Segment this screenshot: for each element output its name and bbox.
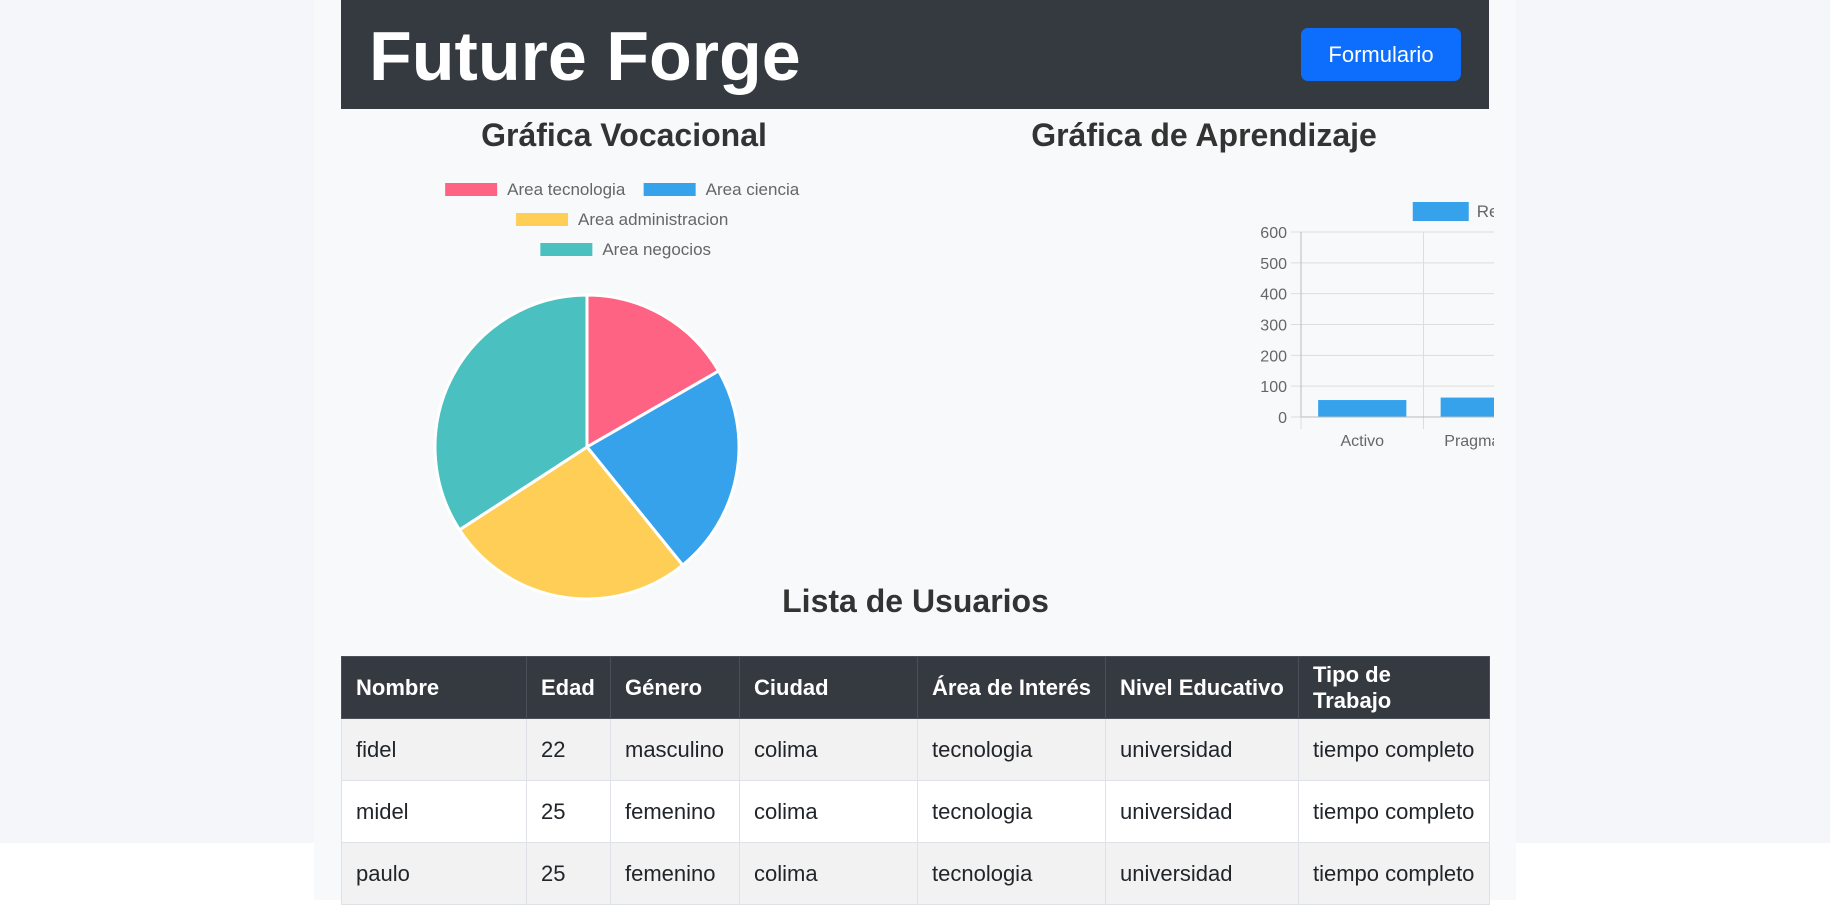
column-header-edad: Edad — [526, 656, 611, 719]
x-tick-label: Activo — [1340, 433, 1384, 450]
cell-ciudad: colima — [739, 718, 918, 781]
main-container: Future Forge Formulario Gráfica Vocacion… — [314, 0, 1516, 905]
bar-activo — [1318, 400, 1407, 417]
column-header-tipo-trabajo: Tipo de Trabajo — [1298, 656, 1490, 719]
legend-swatch-area-administracion — [516, 213, 569, 226]
cell-tipo-trabajo: tiempo completo — [1298, 780, 1490, 843]
y-tick-label: 600 — [1260, 225, 1287, 242]
x-tick-label: Pragmatico — [1444, 433, 1494, 450]
legend-swatch-area-negocios — [540, 243, 593, 256]
top-header: Future Forge Formulario — [341, 0, 1489, 109]
formulario-button[interactable]: Formulario — [1301, 28, 1461, 81]
y-tick-label: 300 — [1260, 318, 1287, 335]
learning-chart-title: Gráfica de Aprendizaje — [1031, 117, 1377, 153]
bar-pragmatico — [1440, 397, 1494, 417]
cell-nivel-educativo: universidad — [1105, 780, 1299, 843]
brand-title: Future Forge — [369, 17, 801, 95]
table-row: paulo 25 femenino colima tecnologia univ… — [341, 842, 1490, 905]
legend-label-area-administracion: Area administracion — [578, 210, 728, 229]
cell-nombre: midel — [341, 780, 527, 843]
vocational-chart-title: Gráfica Vocacional — [481, 117, 767, 153]
legend-swatch-area-ciencia — [643, 183, 696, 196]
cell-nivel-educativo: universidad — [1105, 842, 1299, 905]
cell-genero: femenino — [610, 842, 740, 905]
y-tick-label: 200 — [1260, 348, 1287, 365]
y-tick-label: 400 — [1260, 287, 1287, 304]
column-header-genero: Género — [610, 656, 740, 719]
cell-nombre: paulo — [341, 842, 527, 905]
users-list-title: Lista de Usuarios — [782, 583, 1049, 619]
legend-label-resultados: Resultados de Aprendizaje — [1477, 202, 1494, 221]
cell-edad: 25 — [526, 780, 611, 843]
table-header-row: Nombre Edad Género Ciudad Área de Interé… — [341, 656, 1490, 719]
cell-tipo-trabajo: tiempo completo — [1298, 718, 1490, 781]
cell-genero: femenino — [610, 780, 740, 843]
cell-area-interes: tecnologia — [917, 842, 1106, 905]
vocational-pie-chart: Area tecnologia Area ciencia Area administ… — [433, 180, 800, 601]
column-header-nombre: Nombre — [341, 656, 527, 719]
legend-label-area-tecnologia: Area tecnologia — [507, 180, 626, 199]
cell-ciudad: colima — [739, 780, 918, 843]
cell-nombre: fidel — [341, 718, 527, 781]
cell-ciudad: colima — [739, 842, 918, 905]
y-tick-label: 500 — [1260, 256, 1287, 273]
cell-area-interes: tecnologia — [917, 780, 1106, 843]
users-table: Nombre Edad Género Ciudad Área de Interé… — [341, 656, 1490, 905]
legend-label-area-negocios: Area negocios — [602, 240, 711, 259]
column-header-nivel-educativo: Nivel Educativo — [1105, 656, 1299, 719]
cell-nivel-educativo: universidad — [1105, 718, 1299, 781]
table-row: fidel 22 masculino colima tecnologia uni… — [341, 718, 1490, 781]
learning-bar-chart: Resultados de Aprendizaje 0 100 200 300 400 50… — [1260, 202, 1494, 450]
y-tick-label: 100 — [1260, 379, 1287, 396]
cell-tipo-trabajo: tiempo completo — [1298, 842, 1490, 905]
column-header-ciudad: Ciudad — [739, 656, 918, 719]
cell-edad: 25 — [526, 842, 611, 905]
legend-label-area-ciencia: Area ciencia — [706, 180, 800, 199]
column-header-area-interes: Área de Interés — [917, 656, 1106, 719]
legend-swatch-area-tecnologia — [445, 183, 498, 196]
cell-genero: masculino — [610, 718, 740, 781]
cell-edad: 22 — [526, 718, 611, 781]
table-row: midel 25 femenino colima tecnologia univ… — [341, 780, 1490, 843]
legend-swatch-resultados — [1412, 202, 1469, 221]
y-tick-label: 0 — [1278, 410, 1287, 427]
cell-area-interes: tecnologia — [917, 718, 1106, 781]
